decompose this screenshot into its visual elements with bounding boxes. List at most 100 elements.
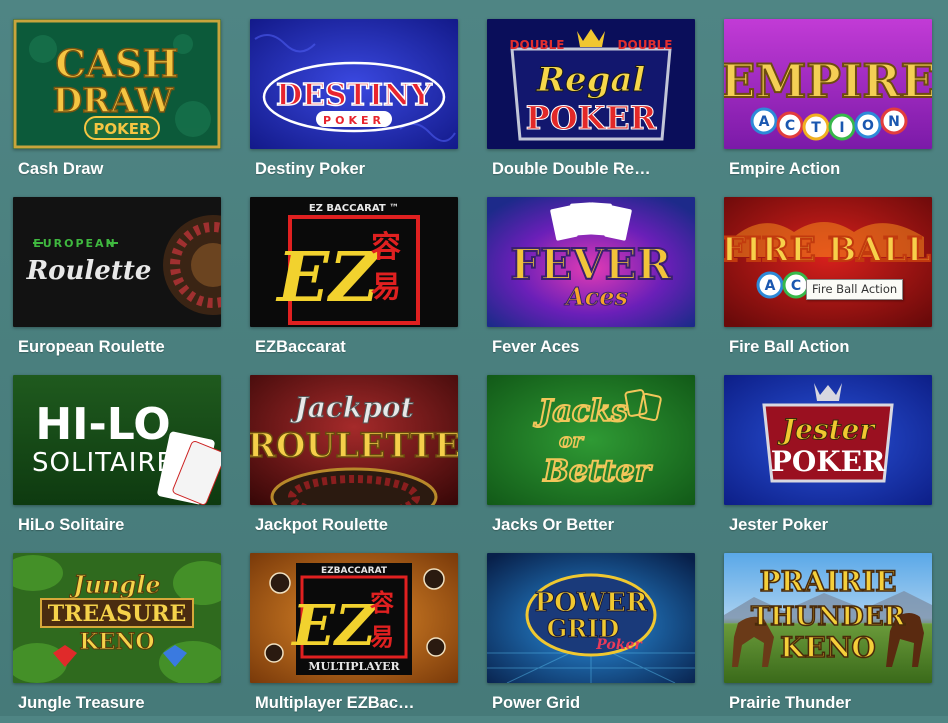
playing-cards-icon: HI-LO SOLITAIRE [13, 375, 221, 505]
art-line-1: EUROPEAN [33, 237, 117, 250]
art-line-1: DOUBLE [510, 38, 565, 52]
art-line-3: KENO [79, 629, 154, 655]
fire-ball-logo: FIRE BALL A C [724, 197, 932, 327]
game-title[interactable]: Power Grid [492, 694, 692, 713]
game-title[interactable]: Prairie Thunder [729, 694, 929, 713]
ez-baccarat-multiplayer-logo: EZBACCARAT EZ 容 易 MULTIPLAYER [250, 553, 458, 683]
fever-aces-logo: FEVER Aces [487, 197, 695, 327]
tooltip: Fire Ball Action [806, 279, 904, 300]
game-title[interactable]: Empire Action [729, 160, 929, 179]
game-thumbnail[interactable]: Jungle TREASURE KENO [13, 553, 221, 683]
game-title[interactable]: Jester Poker [729, 516, 929, 535]
art-line-1: EZ BACCARAT ™ [309, 203, 399, 214]
game-thumbnail[interactable]: POWER GRID Poker [487, 553, 695, 683]
art-line-2: DOUBLE [618, 38, 673, 52]
art-line-3: Poker [595, 637, 643, 653]
game-title[interactable]: Cash Draw [18, 160, 218, 179]
game-tile-hilo-solitaire[interactable]: HI-LO SOLITAIRE HiLo Solitaire [13, 375, 221, 545]
game-tile-double-double-regal-poker[interactable]: DOUBLE DOUBLE Regal POKER Double Double … [487, 19, 695, 189]
game-title[interactable]: Multiplayer EZBac… [255, 694, 455, 713]
art-line-4: POKER [526, 99, 657, 137]
game-tile-power-grid[interactable]: POWER GRID Poker Power Grid [487, 553, 695, 723]
art-line-3: POKER [93, 120, 151, 138]
game-title[interactable]: Double Double Re… [492, 160, 692, 179]
game-tile-ezbaccarat[interactable]: EZ BACCARAT ™ EZ 容 易 EZBaccarat [250, 197, 458, 367]
jacks-or-better-logo: Jacks or Better [487, 375, 695, 505]
art-ball-1: A [759, 114, 770, 130]
game-tile-jester-poker[interactable]: Jester POKER Jester Poker [724, 375, 932, 545]
art-line-4: 易 [371, 270, 401, 305]
art-line-2: THUNDER [751, 602, 906, 632]
jester-poker-logo: Jester POKER [724, 375, 932, 505]
game-title[interactable]: European Roulette [18, 338, 218, 357]
empire-action-logo: EMPIRE A C T I O N [724, 19, 932, 149]
ez-baccarat-logo: EZ BACCARAT ™ EZ 容 易 [250, 197, 458, 327]
game-tile-empire-action[interactable]: EMPIRE A C T I O N Empire Action [724, 19, 932, 189]
game-thumbnail[interactable]: Jacks or Better [487, 375, 695, 505]
art-line-3: 容 [370, 589, 394, 617]
game-thumbnail[interactable]: DOUBLE DOUBLE Regal POKER [487, 19, 695, 149]
art-line-1: Jacks [533, 394, 628, 429]
game-tile-european-roulette[interactable]: EUROPEAN Roulette European Roulette [13, 197, 221, 367]
game-thumbnail[interactable]: FIRE BALL A C [724, 197, 932, 327]
game-title[interactable]: Jungle Treasure [18, 694, 218, 713]
art-ball-2: C [791, 278, 801, 294]
art-line-1: DESTINY [276, 78, 432, 113]
art-line-3: Regal [536, 60, 646, 100]
art-ball-3: T [811, 120, 821, 136]
game-title[interactable]: Jacks Or Better [492, 516, 692, 535]
game-title[interactable]: HiLo Solitaire [18, 516, 218, 535]
game-tile-destiny-poker[interactable]: DESTINY POKER Destiny Poker [250, 19, 458, 189]
game-thumbnail[interactable]: EMPIRE A C T I O N [724, 19, 932, 149]
game-tile-fever-aces[interactable]: FEVER Aces Fever Aces [487, 197, 695, 367]
art-line-2: EZ [290, 593, 378, 659]
game-tile-jacks-or-better[interactable]: Jacks or Better Jacks Or Better [487, 375, 695, 545]
art-ball-2: C [785, 118, 795, 134]
game-tile-jackpot-roulette[interactable]: Jackpot ROULETTE Jackpot Roulette [250, 375, 458, 545]
game-thumbnail[interactable]: HI-LO SOLITAIRE [13, 375, 221, 505]
art-line-1: Jester [777, 413, 877, 446]
art-ball-6: N [888, 114, 900, 130]
roulette-wheel-icon: EUROPEAN Roulette [13, 197, 221, 327]
regal-poker-logo: DOUBLE DOUBLE Regal POKER [487, 19, 695, 149]
art-line-2: DRAW [53, 81, 174, 121]
art-line-3: KENO [780, 631, 876, 664]
game-thumbnail[interactable]: EUROPEAN Roulette [13, 197, 221, 327]
art-line-1: PRAIRIE [760, 565, 897, 598]
game-title[interactable]: Jackpot Roulette [255, 516, 455, 535]
art-line-2: POKER [323, 114, 385, 127]
art-line-1: CASH [55, 41, 178, 86]
game-grid: CASH DRAW POKER Cash Draw DESTINY POKER … [0, 0, 948, 716]
art-line-5: MULTIPLAYER [308, 660, 400, 673]
jungle-treasure-logo: Jungle TREASURE KENO [13, 553, 221, 683]
art-line-1: EMPIRE [724, 54, 932, 108]
art-line-3: 容 [371, 230, 401, 265]
game-title[interactable]: Destiny Poker [255, 160, 455, 179]
game-thumbnail[interactable]: FEVER Aces [487, 197, 695, 327]
game-tile-cash-draw[interactable]: CASH DRAW POKER Cash Draw [13, 19, 221, 189]
destiny-poker-logo: DESTINY POKER [250, 19, 458, 149]
art-ball-5: O [862, 118, 874, 134]
art-ball-4: I [839, 120, 844, 136]
art-ball-1: A [765, 278, 776, 294]
game-thumbnail[interactable]: PRAIRIE THUNDER KENO [724, 553, 932, 683]
game-title[interactable]: EZBaccarat [255, 338, 455, 357]
art-line-2: TREASURE [48, 601, 187, 627]
art-line-2: SOLITAIRE [32, 448, 174, 478]
game-thumbnail[interactable]: CASH DRAW POKER [13, 19, 221, 149]
art-line-1: Jackpot [289, 391, 413, 424]
art-line-2: POKER [771, 445, 886, 478]
game-title[interactable]: Fire Ball Action [729, 338, 929, 357]
game-thumbnail[interactable]: Jester POKER [724, 375, 932, 505]
game-tile-jungle-treasure[interactable]: Jungle TREASURE KENO Jungle Treasure [13, 553, 221, 723]
game-thumbnail[interactable]: EZ BACCARAT ™ EZ 容 易 [250, 197, 458, 327]
art-line-1: HI-LO [35, 399, 170, 450]
art-line-2: ROULETTE [250, 426, 458, 466]
game-thumbnail[interactable]: DESTINY POKER [250, 19, 458, 149]
art-line-1: EZBACCARAT [321, 566, 388, 576]
game-thumbnail[interactable]: Jackpot ROULETTE [250, 375, 458, 505]
game-tile-prairie-thunder[interactable]: PRAIRIE THUNDER KENO Prairie Thunder [724, 553, 932, 723]
game-title[interactable]: Fever Aces [492, 338, 692, 357]
game-thumbnail[interactable]: EZBACCARAT EZ 容 易 MULTIPLAYER [250, 553, 458, 683]
game-tile-multiplayer-ezbaccarat[interactable]: EZBACCARAT EZ 容 易 MULTIPLAYER Multiplaye… [250, 553, 458, 723]
